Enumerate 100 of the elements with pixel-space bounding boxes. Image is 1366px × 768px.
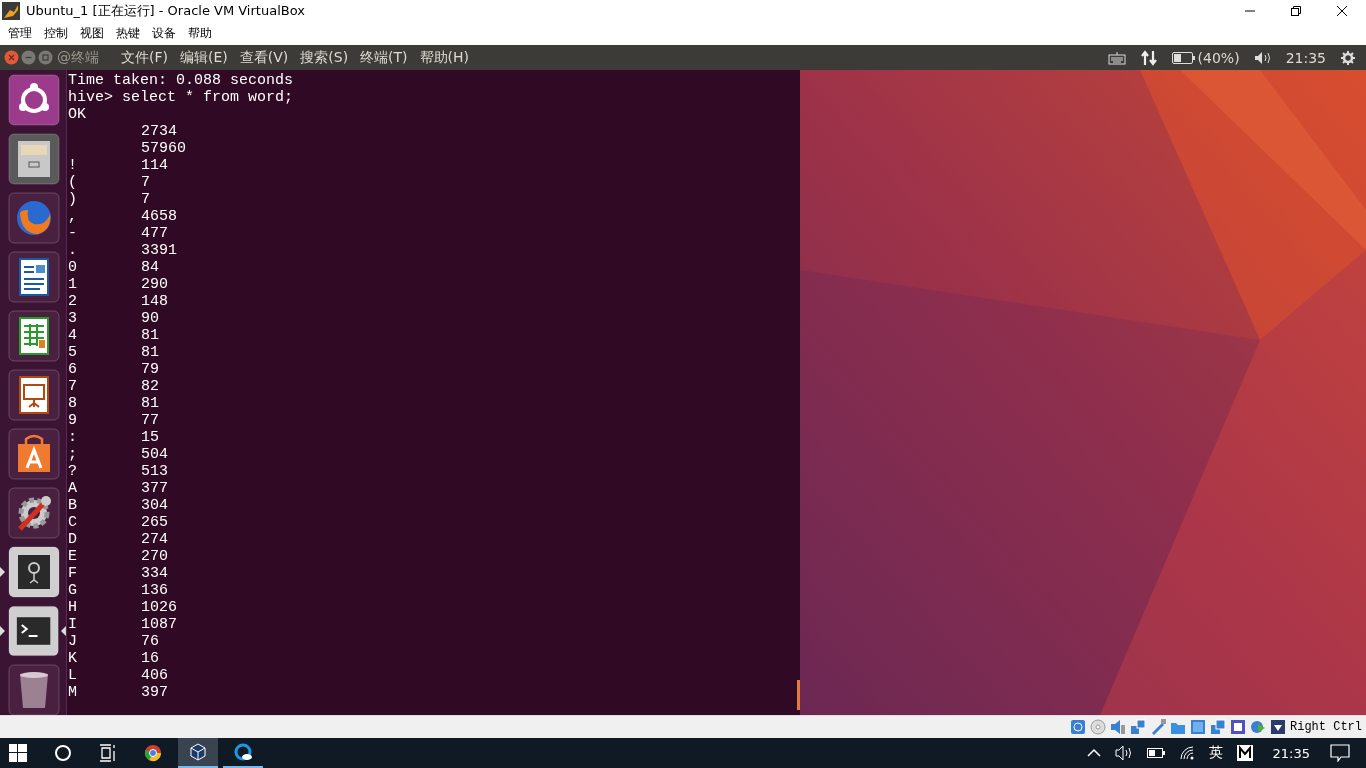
word-cell-text: E xyxy=(68,548,78,565)
task-view-icon[interactable] xyxy=(99,744,117,762)
word-cell-text: H xyxy=(68,599,78,616)
count-cell: 265 xyxy=(141,514,168,531)
usb-icon[interactable] xyxy=(1150,719,1166,735)
count-cell: 77 xyxy=(141,412,159,429)
cube-icon[interactable] xyxy=(189,743,207,761)
disk-icon[interactable] xyxy=(1070,719,1086,735)
menu-item[interactable]: 控制 xyxy=(38,25,74,42)
terminal-icon[interactable] xyxy=(7,605,60,657)
count-cell: 7 xyxy=(141,191,150,208)
menu-item[interactable]: 查看(V) xyxy=(233,48,295,67)
word-cell-text: J xyxy=(68,633,78,650)
ime-mode-icon[interactable] xyxy=(1236,745,1253,761)
chevron-icon[interactable] xyxy=(1086,748,1101,758)
word-cell-text: , xyxy=(68,208,78,225)
network-icon[interactable] xyxy=(1139,49,1158,66)
count-cell: 90 xyxy=(141,310,159,327)
count-cell: 79 xyxy=(141,361,159,378)
menu-item[interactable]: 设备 xyxy=(146,25,182,42)
menu-item[interactable]: 热键 xyxy=(110,25,146,42)
notification-icon[interactable] xyxy=(1330,744,1350,762)
menu-item[interactable]: 管理 xyxy=(2,25,38,42)
count-cell: 81 xyxy=(141,327,159,344)
keyboard-icon[interactable] xyxy=(1107,50,1126,65)
count-cell: 81 xyxy=(141,344,159,361)
word-cell-text: - xyxy=(68,225,78,242)
trash-icon[interactable] xyxy=(8,664,60,716)
count-cell: 84 xyxy=(141,259,159,276)
word-cell-text: ! xyxy=(68,157,78,174)
count-cell: 334 xyxy=(141,565,168,582)
count-cell: 3391 xyxy=(141,242,177,259)
host-key-label: Right Ctrl xyxy=(1290,720,1362,734)
chrome-icon[interactable] xyxy=(144,744,162,762)
document-icon[interactable] xyxy=(8,251,60,303)
word-cell-text: . xyxy=(68,242,78,259)
menu-item[interactable]: 编辑(E) xyxy=(174,48,234,67)
count-cell: 2734 xyxy=(141,123,177,140)
display-icon[interactable] xyxy=(1190,719,1206,735)
count-cell: 114 xyxy=(141,157,168,174)
word-cell-text: M xyxy=(68,684,78,701)
clock[interactable]: 21:35 xyxy=(1285,49,1326,66)
count-cell: 406 xyxy=(141,667,168,684)
word-cell-text: 8 xyxy=(68,395,78,412)
audio-icon[interactable] xyxy=(1110,719,1126,735)
cloud-icon[interactable] xyxy=(234,743,252,761)
count-cell: 7 xyxy=(141,174,150,191)
word-cell-text: 3 xyxy=(68,310,78,327)
word-cell-text: 1 xyxy=(68,276,78,293)
count-cell: 82 xyxy=(141,378,159,395)
shopping-bag-icon[interactable] xyxy=(8,428,60,480)
windows-logo-icon[interactable] xyxy=(9,744,27,762)
wifi-icon[interactable] xyxy=(1178,745,1195,761)
clock[interactable]: 21:35 xyxy=(1272,745,1310,761)
search-icon[interactable] xyxy=(54,744,72,762)
terminal-line: hive> select * from word; xyxy=(68,89,294,106)
volume-icon[interactable] xyxy=(1114,745,1133,761)
terminal-line: OK xyxy=(68,106,86,123)
word-cell-text: F xyxy=(68,565,78,582)
word-cell-text: B xyxy=(68,497,78,514)
word-cell-text: : xyxy=(68,429,78,446)
count-cell: 136 xyxy=(141,582,168,599)
presentation-icon[interactable] xyxy=(8,369,60,421)
count-cell: 504 xyxy=(141,446,168,463)
word-cell-text: 0 xyxy=(68,259,78,276)
menu-item[interactable]: 文件(F) xyxy=(115,48,174,67)
input-language[interactable]: 英 xyxy=(1208,744,1223,762)
word-cell-text: 9 xyxy=(68,412,78,429)
word-cell-text: 5 xyxy=(68,344,78,361)
app-title: @终端 xyxy=(57,48,99,67)
volume-icon[interactable] xyxy=(1253,50,1272,65)
menu-item[interactable]: 帮助 xyxy=(182,25,218,42)
word-cell-text: ; xyxy=(68,446,78,463)
count-cell: 477 xyxy=(141,225,168,242)
battery-icon[interactable] xyxy=(1171,51,1196,64)
close-icon[interactable] xyxy=(1336,5,1348,17)
power-icon[interactable] xyxy=(1340,49,1356,66)
battery-icon[interactable] xyxy=(1146,748,1165,758)
word-cell-text: D xyxy=(68,531,78,548)
battery-percent[interactable]: (40%) xyxy=(1197,49,1240,66)
menu-item[interactable]: 终端(T) xyxy=(354,48,414,67)
count-cell: 274 xyxy=(141,531,168,548)
taskbar-app[interactable] xyxy=(178,738,218,768)
download-icon[interactable] xyxy=(1270,719,1286,735)
ubuntu-logo-icon[interactable] xyxy=(8,74,60,126)
count-cell: 513 xyxy=(141,463,168,480)
menu-item[interactable]: 视图 xyxy=(74,25,110,42)
windows-icon[interactable] xyxy=(1210,719,1226,735)
count-cell: 377 xyxy=(141,480,168,497)
gear-wrench-icon[interactable] xyxy=(8,487,60,539)
word-cell-text: L xyxy=(68,667,78,684)
maximize-icon[interactable] xyxy=(1290,5,1302,17)
minimize-icon[interactable] xyxy=(21,50,36,65)
menu-item[interactable]: 搜索(S) xyxy=(294,48,355,67)
count-cell: 1087 xyxy=(141,616,177,633)
menu-item[interactable]: 帮助(H) xyxy=(413,48,476,67)
text-cursor xyxy=(797,680,800,710)
file-cabinet-icon[interactable] xyxy=(8,133,60,185)
spreadsheet-icon[interactable] xyxy=(8,310,60,362)
word-cell-text: C xyxy=(68,514,78,531)
